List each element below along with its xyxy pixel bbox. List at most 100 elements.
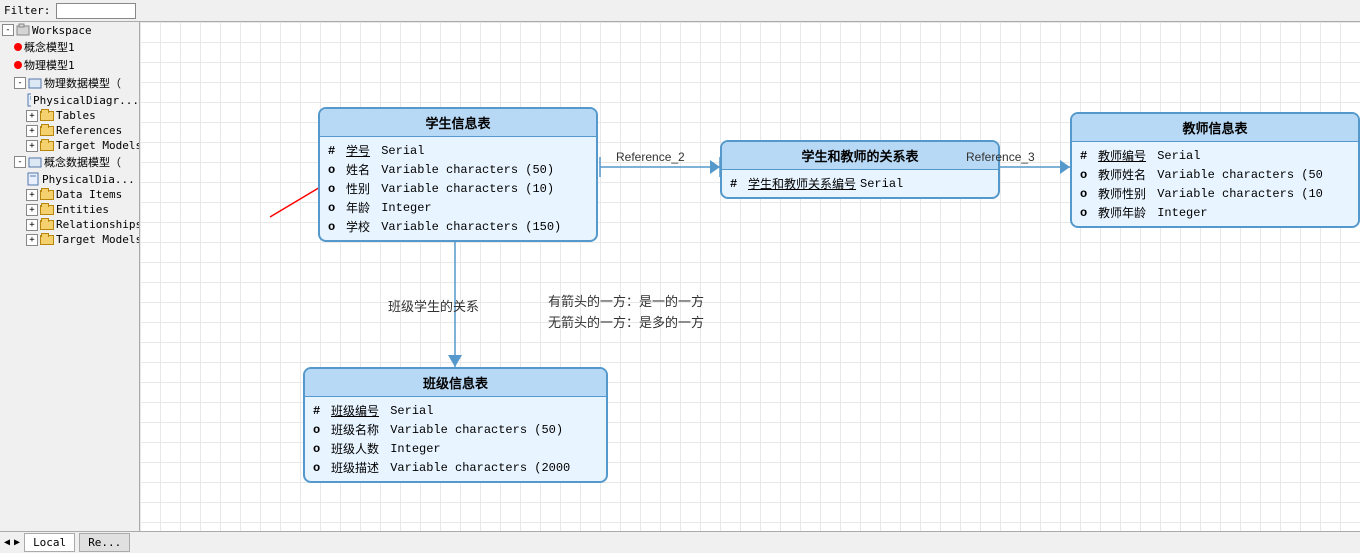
row-name: 学生和教师关系编号 bbox=[748, 175, 856, 192]
expand-icon[interactable]: + bbox=[26, 140, 38, 152]
sidebar-item-tables[interactable]: + Tables bbox=[0, 108, 139, 123]
teacher-table-header: 教师信息表 bbox=[1072, 114, 1358, 142]
table-row: o 性别 Variable characters (10) bbox=[328, 179, 588, 198]
row-symbol: o bbox=[1080, 206, 1094, 220]
row-name: 年龄 bbox=[346, 199, 370, 216]
row-type: Variable characters (2000 bbox=[383, 461, 570, 475]
table-row: # 学号 Serial bbox=[328, 141, 588, 160]
row-type: Variable characters (50) bbox=[374, 163, 554, 177]
tab-local[interactable]: Local bbox=[24, 533, 75, 552]
row-name: 教师姓名 bbox=[1098, 166, 1146, 183]
row-symbol: o bbox=[328, 201, 342, 215]
physicaldiag2-icon bbox=[26, 172, 40, 186]
canvas: 学生信息表 # 学号 Serial o 姓名 Variable characte… bbox=[140, 22, 1360, 531]
row-name: 性别 bbox=[346, 180, 370, 197]
row-type: Integer bbox=[374, 201, 432, 215]
relation-table-body: # 学生和教师关系编号 Serial bbox=[722, 170, 998, 197]
row-symbol: o bbox=[1080, 168, 1094, 182]
row-symbol: o bbox=[313, 423, 327, 437]
table-row: # 教师编号 Serial bbox=[1080, 146, 1350, 165]
row-name: 学号 bbox=[346, 142, 370, 159]
expand-icon[interactable]: + bbox=[26, 189, 38, 201]
workspace-icon bbox=[16, 23, 30, 37]
row-name: 班级描述 bbox=[331, 459, 379, 476]
sidebar-item-entities[interactable]: + Entities bbox=[0, 202, 139, 217]
row-symbol: # bbox=[730, 177, 744, 191]
folder-icon bbox=[40, 141, 54, 151]
student-table-body: # 学号 Serial o 姓名 Variable characters (50… bbox=[320, 137, 596, 240]
table-row: # 班级编号 Serial bbox=[313, 401, 598, 420]
sidebar-item-workspace[interactable]: - Workspace bbox=[0, 22, 139, 38]
class-table-body: # 班级编号 Serial o 班级名称 Variable characters… bbox=[305, 397, 606, 481]
expand-icon[interactable]: - bbox=[2, 24, 14, 36]
physicaldiag-icon bbox=[26, 93, 31, 107]
row-type: Serial bbox=[860, 177, 903, 191]
relation-annotation-label: 班级学生的关系 bbox=[388, 297, 479, 318]
sidebar: - Workspace 概念模型1 物理模型1 - 物理数据模型（ Physic… bbox=[0, 22, 140, 531]
sidebar-item-physicaldiag[interactable]: PhysicalDiagr... bbox=[0, 92, 139, 108]
relation-table[interactable]: 学生和教师的关系表 # 学生和教师关系编号 Serial bbox=[720, 140, 1000, 199]
teacher-table[interactable]: 教师信息表 # 教师编号 Serial o 教师姓名 Variable char… bbox=[1070, 112, 1360, 228]
folder-icon bbox=[40, 205, 54, 215]
row-symbol: o bbox=[328, 220, 342, 234]
canvas-wrap[interactable]: 学生信息表 # 学号 Serial o 姓名 Variable characte… bbox=[140, 22, 1360, 531]
expand-icon[interactable]: + bbox=[26, 234, 38, 246]
row-symbol: # bbox=[1080, 149, 1094, 163]
scroll-left-btn[interactable]: ◀ bbox=[4, 537, 10, 548]
row-name: 教师年龄 bbox=[1098, 204, 1146, 221]
main-area: - Workspace 概念模型1 物理模型1 - 物理数据模型（ Physic… bbox=[0, 22, 1360, 531]
table-row: o 姓名 Variable characters (50) bbox=[328, 160, 588, 179]
table-row: o 年龄 Integer bbox=[328, 198, 588, 217]
expand-icon[interactable]: + bbox=[26, 110, 38, 122]
folder-icon bbox=[40, 111, 54, 121]
tables-label: Tables bbox=[56, 109, 96, 122]
expand-icon[interactable]: + bbox=[26, 125, 38, 137]
expand-icon[interactable]: - bbox=[14, 77, 26, 89]
row-type: Integer bbox=[383, 442, 441, 456]
scroll-right-btn[interactable]: ▶ bbox=[14, 537, 20, 548]
dataitems-label: Data Items bbox=[56, 188, 122, 201]
direction-annotation: 有箭头的一方：是一的一方 无箭头的一方：是多的一方 bbox=[548, 292, 704, 334]
sidebar-item-physicaldata[interactable]: - 物理数据模型（ bbox=[0, 74, 139, 92]
table-row: # 学生和教师关系编号 Serial bbox=[730, 174, 990, 193]
references-label: References bbox=[56, 124, 122, 137]
sidebar-item-conceptdata[interactable]: - 概念数据模型（ bbox=[0, 153, 139, 171]
sidebar-item-targetmodels[interactable]: + Target Models bbox=[0, 138, 139, 153]
row-type: Variable characters (10) bbox=[374, 182, 554, 196]
student-table[interactable]: 学生信息表 # 学号 Serial o 姓名 Variable characte… bbox=[318, 107, 598, 242]
tab-remote[interactable]: Re... bbox=[79, 533, 130, 552]
model-indicator bbox=[14, 43, 22, 51]
sidebar-item-targetmodels2[interactable]: + Target Models bbox=[0, 232, 139, 247]
folder-icon bbox=[40, 126, 54, 136]
entities-label: Entities bbox=[56, 203, 109, 216]
expand-icon[interactable]: + bbox=[26, 219, 38, 231]
sidebar-item-references[interactable]: + References bbox=[0, 123, 139, 138]
class-table[interactable]: 班级信息表 # 班级编号 Serial o 班级名称 Variable char… bbox=[303, 367, 608, 483]
table-row: o 教师年龄 Integer bbox=[1080, 203, 1350, 222]
student-table-header: 学生信息表 bbox=[320, 109, 596, 137]
row-name: 教师性别 bbox=[1098, 185, 1146, 202]
expand-icon[interactable]: - bbox=[14, 156, 26, 168]
physicaldata-label: 物理数据模型（ bbox=[44, 75, 121, 91]
sidebar-item-physicalmodel1[interactable]: 物理模型1 bbox=[0, 56, 139, 74]
row-symbol: o bbox=[328, 163, 342, 177]
targetmodels2-label: Target Models bbox=[56, 233, 140, 246]
expand-icon[interactable]: + bbox=[26, 204, 38, 216]
sidebar-item-relationships[interactable]: + Relationships bbox=[0, 217, 139, 232]
row-type: Variable characters (50 bbox=[1150, 168, 1323, 182]
relationships-label: Relationships bbox=[56, 218, 140, 231]
sidebar-item-physicaldiag2[interactable]: PhysicalDia... bbox=[0, 171, 139, 187]
row-name: 学校 bbox=[346, 218, 370, 235]
table-row: o 教师姓名 Variable characters (50 bbox=[1080, 165, 1350, 184]
sidebar-item-dataitems[interactable]: + Data Items bbox=[0, 187, 139, 202]
workspace-label: Workspace bbox=[32, 24, 92, 37]
filter-input[interactable] bbox=[56, 3, 136, 19]
physicaldata-icon bbox=[28, 76, 42, 90]
sidebar-item-conceptmodel1[interactable]: 概念模型1 bbox=[0, 38, 139, 56]
row-name: 班级人数 bbox=[331, 440, 379, 457]
folder-icon bbox=[40, 220, 54, 230]
row-type: Variable characters (50) bbox=[383, 423, 563, 437]
row-name: 教师编号 bbox=[1098, 147, 1146, 164]
physicaldiag-label: PhysicalDiagr... bbox=[33, 94, 139, 107]
conceptdata-label: 概念数据模型（ bbox=[44, 154, 121, 170]
